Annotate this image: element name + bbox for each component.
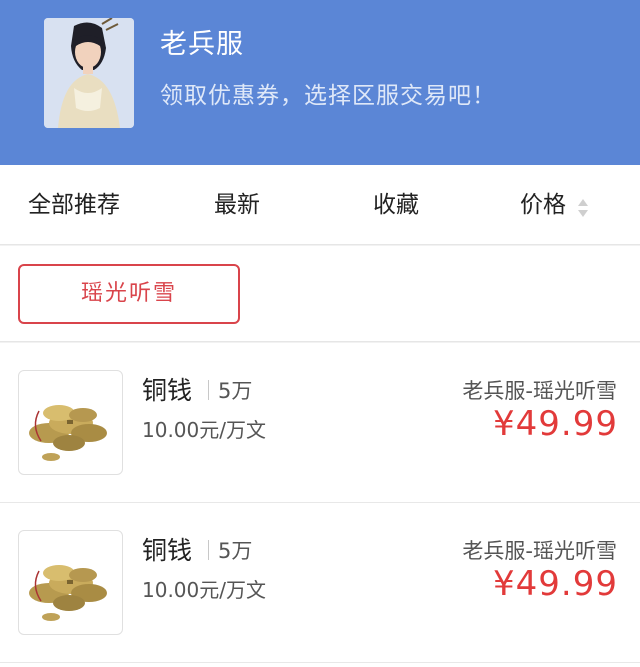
item-price: ¥49.99 xyxy=(493,564,618,604)
copper-coins-icon xyxy=(18,370,123,475)
sort-up-down-icon[interactable] xyxy=(577,196,589,220)
item-price: ¥49.99 xyxy=(493,404,618,444)
page-title: 老兵服 xyxy=(160,29,244,60)
product-list: 铜钱 5万 10.00元/万文 老兵服-瑶光听雪 ¥49.99 铜钱 5万 10… xyxy=(0,343,640,667)
item-name: 铜钱 xyxy=(142,536,193,565)
header-banner: 老兵服 领取优惠券，选择区服交易吧！ xyxy=(0,0,640,165)
divider xyxy=(208,380,209,400)
tab-favorites[interactable]: 收藏 xyxy=(373,165,419,245)
server-filter-chip[interactable]: 瑶光听雪 xyxy=(18,264,240,324)
tab-newest[interactable]: 最新 xyxy=(214,165,260,245)
item-quantity: 5万 xyxy=(218,539,253,563)
item-server: 老兵服-瑶光听雪 xyxy=(462,379,617,403)
avatar xyxy=(44,18,134,128)
sort-tab-bar: 全部推荐 最新 收藏 价格 xyxy=(0,165,640,245)
item-name: 铜钱 xyxy=(142,376,193,405)
tab-price[interactable]: 价格 xyxy=(520,165,566,245)
list-item[interactable]: 铜钱 5万 10.00元/万文 老兵服-瑶光听雪 ¥49.99 xyxy=(0,503,640,663)
item-unit-rate: 10.00元/万文 xyxy=(142,418,266,442)
copper-coins-icon xyxy=(18,530,123,635)
list-item[interactable]: 铜钱 5万 10.00元/万文 老兵服-瑶光听雪 ¥49.99 xyxy=(0,343,640,503)
divider xyxy=(208,540,209,560)
server-filter-area: 瑶光听雪 xyxy=(0,246,640,342)
tab-all-recommend[interactable]: 全部推荐 xyxy=(28,165,120,245)
header-subtitle: 领取优惠券，选择区服交易吧！ xyxy=(160,83,496,109)
item-unit-rate: 10.00元/万文 xyxy=(142,578,266,602)
item-server: 老兵服-瑶光听雪 xyxy=(462,539,617,563)
item-quantity: 5万 xyxy=(218,379,253,403)
